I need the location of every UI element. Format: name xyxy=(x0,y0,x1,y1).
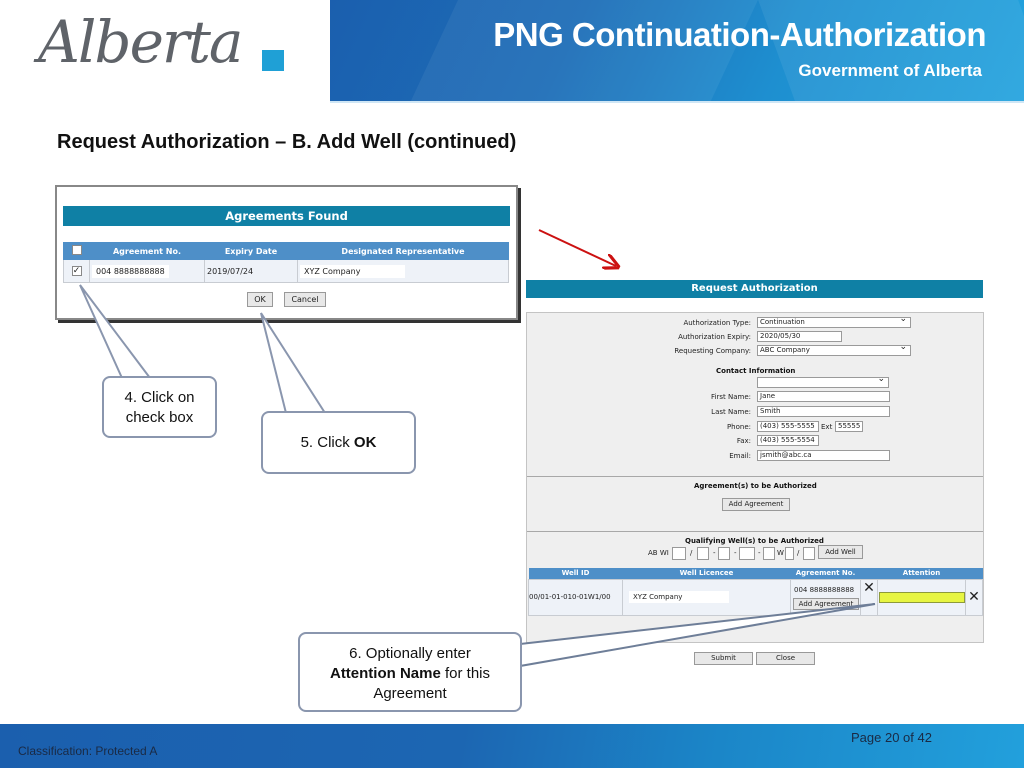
well-field-1[interactable] xyxy=(672,547,686,560)
designated-representative: XYZ Company xyxy=(300,264,405,278)
well-field-3[interactable] xyxy=(718,547,730,560)
request-authorization-title: Request Authorization xyxy=(526,280,983,298)
row-add-agreement-button[interactable]: Add Agreement xyxy=(793,597,859,610)
expiry-date: 2019/07/24 xyxy=(204,259,298,283)
qualifying-wells-heading: Qualifying Well(s) to be Authorized xyxy=(685,537,824,545)
ok-button[interactable]: OK xyxy=(247,292,273,307)
add-agreement-button[interactable]: Add Agreement xyxy=(722,498,790,511)
close-button[interactable]: Close xyxy=(756,652,815,665)
phone-ext-field[interactable]: 55555 xyxy=(835,421,863,432)
well-licencee: XYZ Company xyxy=(629,591,729,603)
callout-5-pointer xyxy=(260,312,327,414)
dialog-title: Agreements Found xyxy=(63,206,510,226)
page-title: PNG Continuation-Authorization xyxy=(493,16,986,53)
header-banner: PNG Continuation-Authorization Governmen… xyxy=(330,0,1024,101)
requesting-company-select[interactable]: ABC Company xyxy=(757,345,911,356)
last-name-field[interactable]: Smith xyxy=(757,406,890,417)
wells-table: Well ID Well Licencee Agreement No. Atte… xyxy=(528,568,983,616)
table-header-row: Agreement No. Expiry Date Designated Rep… xyxy=(63,242,509,260)
callout-step-5: 5. Click OK xyxy=(261,411,416,474)
authorization-type-select[interactable]: Continuation xyxy=(757,317,911,328)
well-field-5[interactable] xyxy=(763,547,775,560)
well-field-6[interactable] xyxy=(785,547,794,560)
agreement-no: 004 8888888888 xyxy=(92,264,169,278)
callout-step-4: 4. Click on check box xyxy=(102,376,217,438)
agreements-to-authorize-heading: Agreement(s) to be Authorized xyxy=(694,482,817,490)
first-name-field[interactable]: Jane xyxy=(757,391,890,402)
footer: Classification: Protected A Page 20 of 4… xyxy=(0,724,1024,768)
email-field[interactable]: jsmith@abc.ca xyxy=(757,450,890,461)
table-row: 00/01-01-010-01W1/00 XYZ Company 004 888… xyxy=(528,578,983,616)
remove-agreement-icon[interactable]: ✕ xyxy=(860,578,878,616)
phone-field[interactable]: (403) 555-5555 xyxy=(757,421,819,432)
classification-label: Classification: Protected A xyxy=(18,744,158,758)
well-field-7[interactable] xyxy=(803,547,815,560)
callout-step-6: 6. Optionally enter Attention Name for t… xyxy=(298,632,522,712)
table-row: ✓ 004 8888888888 2019/07/24 XYZ Company xyxy=(63,259,509,283)
remove-well-icon[interactable]: ✕ xyxy=(965,578,983,616)
column-header: Designated Representative xyxy=(297,242,509,260)
logo-wordmark: Alberta xyxy=(38,8,243,76)
agreements-found-dialog: Agreements Found Agreement No. Expiry Da… xyxy=(55,185,518,320)
well-id: 00/01-01-010-01W1/00 xyxy=(528,578,623,616)
page-subtitle: Government of Alberta xyxy=(798,61,982,80)
agreements-table: Agreement No. Expiry Date Designated Rep… xyxy=(63,242,509,283)
submit-button[interactable]: Submit xyxy=(694,652,753,665)
well-agreement-no: 004 8888888888 xyxy=(794,585,855,594)
page-number: Page 20 of 42 xyxy=(851,730,932,745)
request-authorization-form: Authorization Type: Continuation Authori… xyxy=(526,312,984,643)
alberta-logo: Alberta xyxy=(0,0,330,101)
well-field-4[interactable] xyxy=(739,547,755,560)
red-arrow-icon xyxy=(538,229,616,266)
select-all-checkbox[interactable] xyxy=(71,245,82,255)
column-header: Agreement No. xyxy=(89,242,205,260)
cancel-button[interactable]: Cancel xyxy=(284,292,326,307)
table-header-row: Well ID Well Licencee Agreement No. Atte… xyxy=(528,568,983,579)
logo-square-icon xyxy=(262,50,284,71)
row-checkbox[interactable]: ✓ xyxy=(71,266,82,276)
add-well-button[interactable]: Add Well xyxy=(818,545,863,559)
well-field-2[interactable] xyxy=(697,547,709,560)
contact-select[interactable] xyxy=(757,377,889,388)
slide-title: Request Authorization – B. Add Well (con… xyxy=(57,131,517,153)
attention-input[interactable] xyxy=(879,591,965,603)
column-header: Expiry Date xyxy=(204,242,298,260)
contact-information-heading: Contact Information xyxy=(716,367,796,375)
authorization-expiry-field[interactable]: 2020/05/30 xyxy=(757,331,842,342)
fax-field[interactable]: (403) 555-5554 xyxy=(757,435,819,446)
